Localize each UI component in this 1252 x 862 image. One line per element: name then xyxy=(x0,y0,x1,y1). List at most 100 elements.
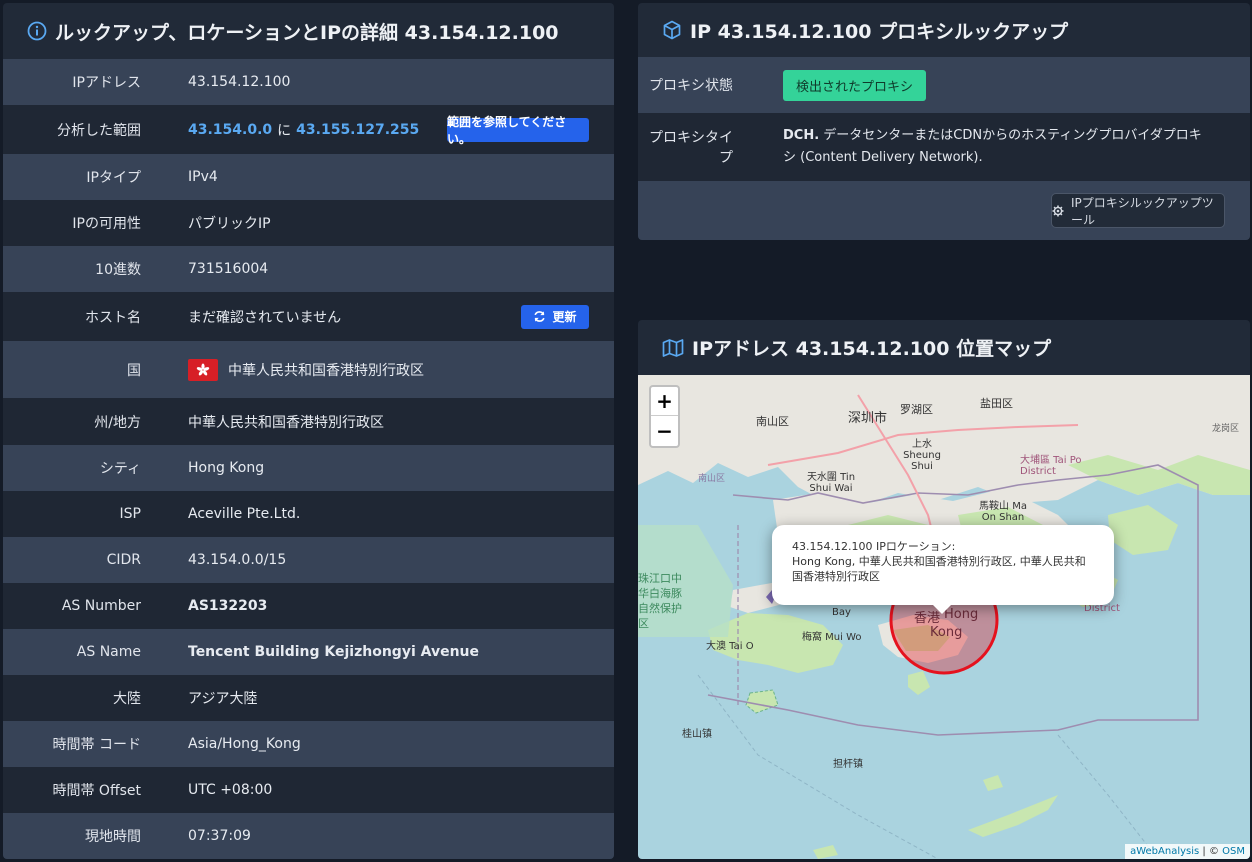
ip-type-value: IPv4 xyxy=(188,169,218,185)
map-label-longgang: 龙岗区 xyxy=(1212,424,1240,434)
row-isp: ISP Aceville Pte.Ltd. xyxy=(3,491,614,537)
row-label: 10進数 xyxy=(95,262,141,278)
proxy-type-description: データセンターまたはCDNからのホスティングプロバイダプロキシ (Content… xyxy=(783,128,1202,165)
refresh-icon xyxy=(533,310,546,323)
refresh-button[interactable]: 更新 xyxy=(521,304,589,329)
zoom-control: + − xyxy=(649,385,680,448)
continent-value: アジア大陸 xyxy=(188,691,258,707)
row-label: 現地時間 xyxy=(85,829,141,845)
proxy-status-row: プロキシ状態 検出されたプロキシ xyxy=(638,57,1250,113)
ip-address-value: 43.154.12.100 xyxy=(188,74,291,90)
proxy-lookup-panel: IP 43.154.12.100 プロキシルックアップ プロキシ状態 検出された… xyxy=(638,3,1250,240)
refresh-label: 更新 xyxy=(552,310,577,324)
row-label: IPタイプ xyxy=(86,170,141,186)
row-country: 国 中華人民共和国香港特別行政区 xyxy=(3,341,614,398)
ip-details-panel: ルックアップ、ロケーションとIPの詳細 43.154.12.100 IPアドレス… xyxy=(3,3,614,859)
map-label-marine-reserve: 珠江口中华白海豚自然保护区 xyxy=(638,572,682,630)
row-label: 時間帯 Offset xyxy=(52,783,141,799)
details-header: ルックアップ、ロケーションとIPの詳細 43.154.12.100 xyxy=(3,3,614,59)
row-label: IPアドレス xyxy=(72,75,141,91)
map-label-guishan: 桂山镇 xyxy=(682,729,712,740)
row-region: 州/地方 中華人民共和国香港特別行政区 xyxy=(3,398,614,445)
attribution-site-link[interactable]: aWebAnalysis xyxy=(1130,846,1199,857)
row-hostname: ホスト名 まだ確認されていません 更新 xyxy=(3,292,614,341)
range-value: 43.154.0.0 に 43.155.127.255 xyxy=(188,120,419,140)
hong-kong-flag-icon xyxy=(188,358,218,381)
zoom-out-button[interactable]: − xyxy=(651,416,678,445)
range-start-link[interactable]: 43.154.0.0 xyxy=(188,122,272,138)
row-label: AS Number xyxy=(61,598,141,614)
map-attribution: aWebAnalysis | © OSM xyxy=(1125,844,1250,859)
proxy-header: IP 43.154.12.100 プロキシルックアップ xyxy=(638,3,1250,57)
map-label-tai-po: 大埔區 Tai Po District xyxy=(1020,455,1082,477)
row-ip-type: IPタイプ IPv4 xyxy=(3,154,614,200)
map-header: IPアドレス 43.154.12.100 位置マップ xyxy=(638,320,1250,375)
as-name-link[interactable]: Tencent Building Kejizhongyi Avenue xyxy=(188,644,479,660)
gear-icon xyxy=(1052,205,1064,217)
as-number-link[interactable]: AS132203 xyxy=(188,598,267,614)
row-as-name: AS Name Tencent Building Kejizhongyi Ave… xyxy=(3,629,614,675)
details-title: ルックアップ、ロケーションとIPの詳細 43.154.12.100 xyxy=(55,21,559,44)
map-label-nanshan-district: 南山区 xyxy=(698,474,726,484)
row-label: IPの可用性 xyxy=(72,216,141,232)
proxy-type-value: DCH. データセンターまたはCDNからのホスティングプロバイダプロキシ (Co… xyxy=(783,125,1213,169)
region-value: 中華人民共和国香港特別行政区 xyxy=(188,414,384,431)
proxy-lookup-tool-button[interactable]: IPプロキシルックアップツール xyxy=(1051,193,1225,228)
proxy-type-label: プロキシタイプ xyxy=(649,130,733,166)
map-label-bay: Bay xyxy=(832,607,851,618)
map-icon xyxy=(662,338,684,358)
range-connector: に xyxy=(277,122,292,139)
map-label-sheung-shui: 上水 Sheung Shui xyxy=(903,439,941,472)
proxy-detected-badge: 検出されたプロキシ xyxy=(783,69,927,101)
map-label-mui-wo: 梅窩 Mui Wo xyxy=(802,632,862,643)
timezone-code-value: Asia/Hong_Kong xyxy=(188,736,301,752)
popup-title: 43.154.12.100 IPロケーション: xyxy=(792,540,956,553)
location-map-panel: IPアドレス 43.154.12.100 位置マップ 南山区 深圳市 罗湖区 盐… xyxy=(638,320,1250,859)
row-label: 分析した範囲 xyxy=(57,122,141,139)
row-decimal: 10進数 731516004 xyxy=(3,246,614,292)
info-icon xyxy=(27,21,47,41)
map-label-nanshan: 南山区 xyxy=(756,415,789,428)
location-popup: 43.154.12.100 IPロケーション: Hong Kong, 中華人民共… xyxy=(772,525,1114,614)
country-value: 中華人民共和国香港特別行政区 xyxy=(188,358,424,381)
row-timezone-code: 時間帯 コード Asia/Hong_Kong xyxy=(3,721,614,767)
map-label-dangan: 担杆镇 xyxy=(833,759,863,770)
row-cidr: CIDR 43.154.0.0/15 xyxy=(3,537,614,583)
map-label-tai-o: 大澳 Tai O xyxy=(706,641,754,652)
zoom-in-button[interactable]: + xyxy=(651,387,678,416)
proxy-status-label: プロキシ状態 xyxy=(649,78,733,94)
cidr-value: 43.154.0.0/15 xyxy=(188,552,287,568)
row-city: シティ Hong Kong xyxy=(3,445,614,491)
attribution-osm-link[interactable]: OSM xyxy=(1222,846,1245,857)
row-ip-address: IPアドレス 43.154.12.100 xyxy=(3,59,614,105)
row-local-time: 現地時間 07:37:09 xyxy=(3,813,614,859)
proxy-tool-label: IPプロキシルックアップツール xyxy=(1071,195,1214,227)
map-label-shenzhen: 深圳市 xyxy=(848,411,888,426)
hostname-value: まだ確認されていません xyxy=(188,309,342,326)
city-value: Hong Kong xyxy=(188,460,265,476)
decimal-value: 731516004 xyxy=(188,261,269,277)
row-label: 大陸 xyxy=(113,691,141,707)
map-label-hk-english-2: Kong xyxy=(930,625,963,640)
row-continent: 大陸 アジア大陸 xyxy=(3,675,614,721)
row-timezone-offset: 時間帯 Offset UTC +08:00 xyxy=(3,767,614,813)
local-time-value: 07:37:09 xyxy=(188,828,251,844)
range-end-link[interactable]: 43.155.127.255 xyxy=(296,122,419,138)
view-range-button[interactable]: 範囲を参照してください。 xyxy=(447,115,589,146)
country-name: 中華人民共和国香港特別行政区 xyxy=(228,362,424,379)
row-label: 州/地方 xyxy=(94,414,141,431)
row-as-number: AS Number AS132203 xyxy=(3,583,614,629)
proxy-type-row: プロキシタイプ DCH. データセンターまたはCDNからのホスティングプロバイダ… xyxy=(638,113,1250,181)
row-ip-availability: IPの可用性 パブリックIP xyxy=(3,200,614,246)
availability-value: パブリックIP xyxy=(188,216,271,232)
map-label-yantian: 盐田区 xyxy=(980,397,1013,410)
row-label: ISP xyxy=(119,506,141,522)
map-label-tin-shui-wai: 天水圍 Tin Shui Wai xyxy=(806,472,856,494)
cube-icon xyxy=(662,20,682,40)
isp-value: Aceville Pte.Ltd. xyxy=(188,506,301,522)
row-label: CIDR xyxy=(106,552,141,568)
row-label: AS Name xyxy=(76,644,141,660)
location-map[interactable]: 南山区 深圳市 罗湖区 盐田区 龙岗区 上水 Sheung Shui 大埔區 T… xyxy=(638,375,1250,859)
map-label-ma-on-shan: 馬鞍山 Ma On Shan xyxy=(979,501,1027,523)
map-label-luohu: 罗湖区 xyxy=(900,403,933,416)
